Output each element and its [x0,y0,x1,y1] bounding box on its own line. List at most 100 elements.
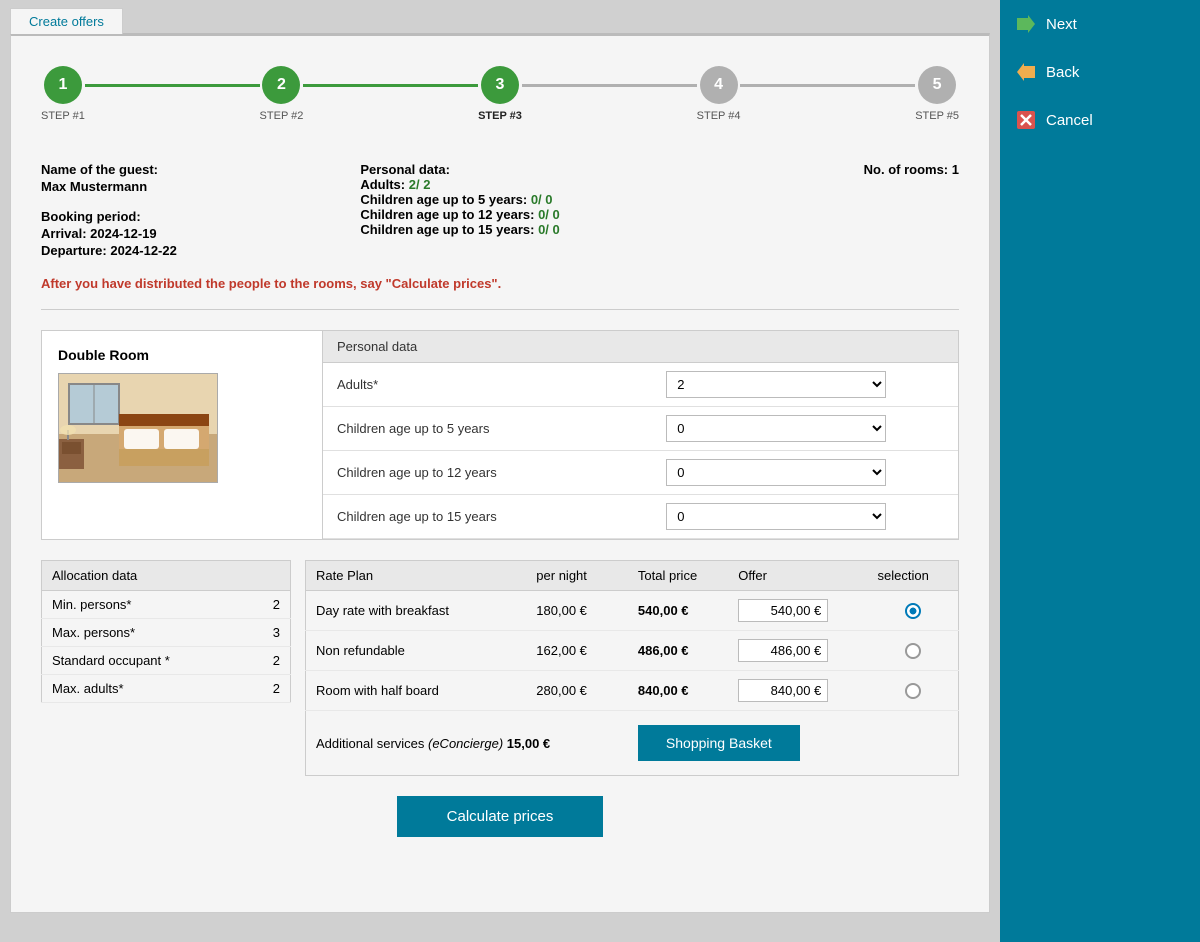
step-1: 1 STEP #1 [41,66,85,122]
departure-value: Departure: 2024-12-22 [41,243,320,258]
offer-input-2[interactable] [738,639,828,662]
adults-row: Adults* 1 2 3 [323,363,958,407]
room-right: Personal data Adults* 1 2 3 [322,331,958,539]
personal-data-label: Personal data: [360,162,639,177]
step-2-circle: 2 [262,66,300,104]
step-5: 5 STEP #5 [915,66,959,122]
rate-row-3: Room with half board 280,00 € 840,00 € [306,671,959,711]
children15-info: Children age up to 15 years: 0/ 0 [360,222,639,237]
guest-name-col: Name of the guest: Max Mustermann Bookin… [41,162,320,258]
alloc-label-4: Max. adults* [42,675,249,703]
step-line-4-5 [740,84,915,87]
back-label: Back [1046,64,1079,81]
personal-data-section-header: Personal data [323,331,958,363]
alloc-row-3: Standard occupant * 2 [42,647,291,675]
offer-input-3[interactable] [738,679,828,702]
step-3-label: STEP #3 [478,110,522,122]
rate-plan-header-row: Rate Plan per night Total price Offer se… [306,561,959,591]
radio-unselected-3[interactable] [905,683,921,699]
rate-total-1: 540,00 € [628,591,728,631]
adults-info: Adults: 2/ 2 [360,177,639,192]
alloc-row-1: Min. persons* 2 [42,591,291,619]
alert-text: After you have distributed the people to… [41,276,959,291]
next-icon [1016,14,1036,34]
room-name: Double Room [58,347,306,363]
step-line-3-4 [522,84,697,87]
shopping-basket-cell: Shopping Basket [628,711,959,776]
alloc-label-1: Min. persons* [42,591,249,619]
step-1-label: STEP #1 [41,110,85,122]
cancel-icon [1016,110,1036,130]
back-button[interactable]: Back [1000,48,1200,96]
tab-label: Create offers [10,8,123,34]
rate-selection-1[interactable] [868,591,959,631]
alloc-label-2: Max. persons* [42,619,249,647]
alloc-row-4: Max. adults* 2 [42,675,291,703]
rooms-label: No. of rooms: 1 [864,162,959,177]
rate-offer-3 [728,671,867,711]
bottom-section: Allocation data Min. persons* 2 Max. per… [41,560,959,776]
col-selection: selection [868,561,959,591]
personal-data-form: Adults* 1 2 3 Children [323,363,958,539]
children5-field-label: Children age up to 5 years [323,407,652,451]
room-left: Double Room [42,331,322,539]
guest-name-value: Max Mustermann [41,179,320,194]
col-rate-plan: Rate Plan [306,561,527,591]
rooms-info: No. of rooms: 1 [680,162,959,258]
rate-selection-2[interactable] [868,631,959,671]
rate-name-3: Room with half board [306,671,527,711]
room-image [58,373,218,483]
radio-selected-1[interactable] [905,603,921,619]
stepper: 1 STEP #1 2 STEP #2 3 STEP #3 [41,56,959,132]
step-5-circle: 5 [918,66,956,104]
step-4-label: STEP #4 [697,110,741,122]
calculate-prices-button[interactable]: Calculate prices [397,796,604,837]
cancel-button[interactable]: Cancel [1000,96,1200,144]
alloc-label-3: Standard occupant * [42,647,249,675]
next-button[interactable]: Next [1000,0,1200,48]
room-section: Double Room [41,330,959,540]
col-total-price: Total price [628,561,728,591]
rate-offer-2 [728,631,867,671]
step-3-circle: 3 [481,66,519,104]
back-icon [1016,62,1036,82]
rate-total-3: 840,00 € [628,671,728,711]
step-1-circle: 1 [44,66,82,104]
children5-value: 0/ 0 [531,192,553,207]
radio-unselected-2[interactable] [905,643,921,659]
rate-row-2: Non refundable 162,00 € 486,00 € [306,631,959,671]
children12-label: Children age up to 12 years: [360,207,534,222]
personal-data-col: Personal data: Adults: 2/ 2 Children age… [360,162,639,258]
booking-period-label: Booking period: [41,209,320,224]
rate-offer-1 [728,591,867,631]
alloc-value-3: 2 [249,647,291,675]
step-3: 3 STEP #3 [478,66,522,122]
col-offer: Offer [728,561,867,591]
additional-services-row: Additional services (eConcierge) 15,00 €… [306,711,959,776]
guest-info: Name of the guest: Max Mustermann Bookin… [41,162,959,258]
alloc-row-2: Max. persons* 3 [42,619,291,647]
adults-select[interactable]: 1 2 3 [666,371,886,398]
offer-input-1[interactable] [738,599,828,622]
rate-per-night-3: 280,00 € [526,671,628,711]
children12-value: 0/ 0 [538,207,560,222]
allocation-header: Allocation data [42,561,291,591]
rate-plan-table: Rate Plan per night Total price Offer se… [305,560,959,776]
children12-row: Children age up to 12 years 0 1 2 3 [323,451,958,495]
step-2: 2 STEP #2 [260,66,304,122]
card: Create offers 1 STEP #1 2 STEP #2 [10,10,990,913]
adults-label: Adults: [360,177,405,192]
children5-select[interactable]: 0 1 2 3 [666,415,886,442]
children12-select[interactable]: 0 1 2 3 [666,459,886,486]
step-line-1-2 [85,84,260,87]
shopping-basket-button[interactable]: Shopping Basket [638,725,800,761]
divider [41,309,959,310]
rate-per-night-1: 180,00 € [526,591,628,631]
alloc-value-1: 2 [249,591,291,619]
card-tab: Create offers [10,10,990,33]
children15-select[interactable]: 0 1 2 3 [666,503,886,530]
allocation-table: Allocation data Min. persons* 2 Max. per… [41,560,291,703]
step-4-circle: 4 [700,66,738,104]
rate-row-1: Day rate with breakfast 180,00 € 540,00 … [306,591,959,631]
rate-selection-3[interactable] [868,671,959,711]
